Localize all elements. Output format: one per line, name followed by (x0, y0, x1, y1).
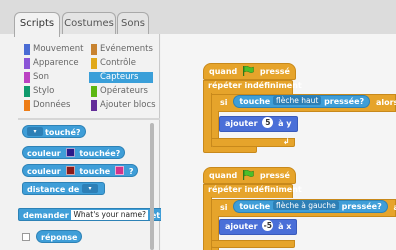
category-label: Evénements (100, 44, 153, 54)
category-capteurs[interactable]: Capteurs (89, 72, 153, 83)
category-color-swatch (24, 86, 30, 97)
tab-costumes[interactable]: Costumes (62, 12, 116, 36)
block-label: touchée? (79, 149, 121, 158)
category-ajouter-blocs[interactable]: Ajouter blocs (89, 100, 156, 111)
if-block[interactable]: si touche flèche à gauche pressée? alo (211, 199, 396, 217)
category-label: Contrôle (100, 58, 136, 68)
category-color-swatch (24, 72, 30, 83)
block-palette: Mouvement Apparence Son Stylo Données Ev… (0, 34, 166, 250)
block-label: pressée? (324, 97, 365, 106)
category-color-swatch (24, 44, 30, 55)
tab-sons[interactable]: Sons (117, 12, 149, 36)
block-label: si (220, 98, 228, 107)
category-label: Capteurs (100, 72, 139, 82)
category-label: Son (33, 72, 49, 82)
key-select[interactable]: flèche à gauche (273, 201, 339, 210)
block-label: touche (239, 97, 271, 106)
block-label: distance de (27, 185, 80, 194)
color-swatch[interactable] (65, 148, 75, 157)
block-touching-color[interactable]: couleur touchée? (22, 146, 126, 159)
block-label: réponse (41, 233, 78, 242)
block-label: couleur (27, 149, 61, 158)
block-label: touche (79, 167, 111, 176)
block-label: à y (278, 119, 292, 128)
forever-block-end (203, 147, 257, 153)
tab-bar: Scripts Costumes Sons (0, 0, 396, 37)
key-pressed-condition[interactable]: touche flèche haut pressée? (233, 95, 371, 108)
ask-text-input[interactable]: What's your name? (71, 209, 149, 220)
green-flag-icon (243, 65, 254, 76)
block-distance-to[interactable]: distance de ▾ (22, 182, 106, 195)
block-answer[interactable]: réponse (36, 230, 83, 243)
block-label: demander (23, 211, 69, 220)
category-son[interactable]: Son (22, 72, 49, 83)
dropdown-arrow-icon[interactable]: ▾ (27, 127, 43, 136)
block-label: si (220, 203, 228, 212)
block-label: ajouter (225, 119, 258, 128)
loop-arrow-icon: ↲ (283, 137, 290, 146)
category-color-swatch (91, 100, 97, 111)
block-label: touche (239, 202, 271, 211)
block-label: ajouter (225, 222, 258, 231)
value-input[interactable]: -5 (262, 220, 274, 231)
block-label: répéter indéfiniment (208, 185, 302, 194)
category-color-swatch (91, 86, 97, 97)
block-label: pressé (259, 67, 290, 76)
category-mouvement[interactable]: Mouvement (22, 44, 83, 55)
change-x-block[interactable]: ajouter -5 à x (219, 219, 298, 235)
color-swatch[interactable] (65, 166, 75, 175)
when-flag-clicked-hat[interactable]: quand pressé (203, 63, 296, 80)
category-label: Mouvement (33, 44, 84, 54)
value-input[interactable]: 5 (262, 117, 274, 128)
if-block[interactable]: si touche flèche haut pressée? alors (211, 94, 396, 112)
block-ask[interactable]: demander What's your name? et (18, 208, 166, 221)
block-label: quand (209, 67, 238, 76)
block-touching[interactable]: ▾ touché? (22, 125, 86, 138)
block-label: touché? (45, 128, 81, 137)
tab-scripts[interactable]: Scripts (14, 12, 60, 37)
key-pressed-condition[interactable]: touche flèche à gauche pressée? (233, 200, 388, 213)
dropdown-arrow-icon[interactable]: ▾ (82, 184, 99, 193)
color-swatch[interactable] (115, 166, 125, 175)
palette-divider (18, 118, 160, 120)
category-operateurs[interactable]: Opérateurs (89, 86, 148, 97)
category-label: Ajouter blocs (100, 100, 156, 110)
category-evenements[interactable]: Evénements (89, 44, 153, 55)
block-label: répéter indéfiniment (208, 81, 302, 90)
block-color-touching-color[interactable]: couleur touche ? (22, 164, 139, 177)
category-label: Opérateurs (100, 86, 148, 96)
category-color-swatch (91, 58, 97, 69)
block-label: couleur (27, 167, 61, 176)
category-donnees[interactable]: Données (22, 100, 70, 111)
category-stylo[interactable]: Stylo (22, 86, 54, 97)
if-block-end (211, 240, 295, 248)
change-y-block[interactable]: ajouter 5 à y (219, 116, 298, 132)
category-apparence[interactable]: Apparence (22, 58, 79, 69)
block-label: à x (278, 222, 292, 231)
category-color-swatch (91, 44, 97, 55)
category-label: Données (33, 100, 71, 110)
when-flag-clicked-hat[interactable]: quand pressé (203, 167, 296, 184)
block-label: ? (128, 167, 134, 176)
category-color-swatch (91, 72, 97, 83)
block-label: pressé (259, 171, 290, 180)
if-block-arm (211, 111, 219, 139)
category-color-swatch (24, 100, 30, 111)
block-label: alors (375, 98, 396, 107)
category-controle[interactable]: Contrôle (89, 58, 136, 69)
green-flag-icon (243, 169, 254, 180)
palette-scrollbar[interactable] (150, 123, 154, 250)
answer-checkbox[interactable] (22, 233, 30, 241)
key-select[interactable]: flèche haut (273, 96, 322, 105)
block-label: quand (209, 171, 238, 180)
block-label: pressée? (341, 202, 382, 211)
category-label: Apparence (33, 58, 79, 68)
script-area[interactable]: quand pressé répéter indéfiniment si tou… (161, 34, 396, 250)
category-color-swatch (24, 58, 30, 69)
category-label: Stylo (33, 86, 55, 96)
